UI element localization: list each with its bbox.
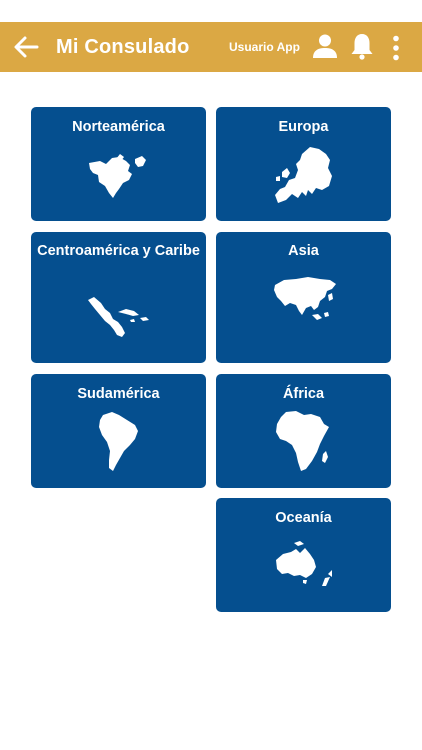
more-options-icon[interactable] (388, 35, 404, 61)
user-account-icon[interactable] (312, 33, 338, 59)
region-label: Centroamérica y Caribe (37, 243, 200, 259)
south-america-map-icon (99, 412, 138, 471)
region-label: Europa (278, 119, 329, 135)
notifications-bell-icon[interactable] (350, 32, 374, 60)
region-label: Asia (288, 243, 319, 259)
page-title: Mi Consulado (56, 36, 190, 58)
asia-map-icon (274, 277, 336, 320)
region-label: Oceanía (275, 510, 332, 526)
oceania-map-icon (276, 541, 332, 586)
region-tile-oceania[interactable]: Oceanía (216, 498, 391, 612)
status-bar (0, 0, 422, 22)
region-label: Norteamérica (72, 119, 165, 135)
region-tile-asia[interactable]: Asia (216, 232, 391, 363)
region-tile-centroamerica-caribe[interactable]: Centroamérica y Caribe (31, 232, 206, 363)
back-arrow-icon[interactable] (12, 34, 40, 60)
region-label: Sudamérica (77, 386, 160, 402)
central-america-caribbean-map-icon (88, 297, 149, 337)
user-name-label: Usuario App (229, 40, 300, 54)
region-tile-europa[interactable]: Europa (216, 107, 391, 221)
europe-map-icon (275, 147, 332, 203)
region-tile-africa[interactable]: África (216, 374, 391, 488)
region-label: África (282, 386, 325, 402)
north-america-map-icon (89, 154, 146, 198)
region-tile-norteamerica[interactable]: Norteamérica (31, 107, 206, 221)
app-bar: Mi Consulado Usuario App (0, 22, 422, 72)
africa-map-icon (276, 411, 329, 471)
region-tile-sudamerica[interactable]: Sudamérica (31, 374, 206, 488)
